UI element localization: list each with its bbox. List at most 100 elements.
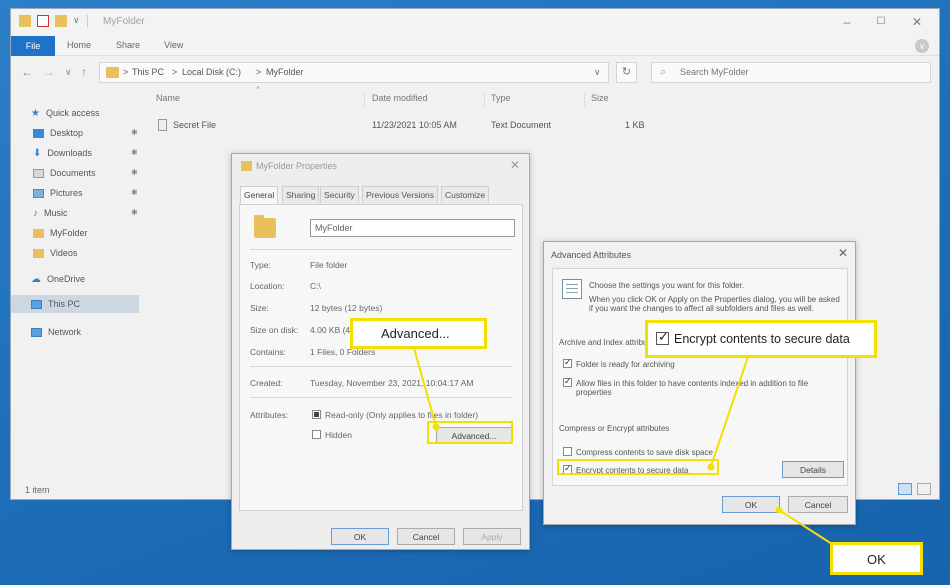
hidden-checkbox[interactable] [312,430,321,439]
compress-label: Compress contents to save disk space [576,448,713,457]
search-input[interactable] [678,66,918,78]
forward-button[interactable]: → [43,65,55,79]
nav-label: MyFolder [50,228,88,238]
tab-general[interactable]: General [240,186,279,204]
nav-network[interactable]: Network [31,324,81,340]
view-switcher [898,483,931,497]
navigation-pane: ★ Quick access Desktop ✱ ⬇ Downloads ✱ D… [11,89,146,479]
back-button[interactable]: ← [21,65,33,79]
size-on-disk-value: 4.00 KB (4 [310,325,351,335]
divider [250,366,512,367]
contains-label: Contains: [250,347,286,357]
column-header-type[interactable]: Type [491,93,511,103]
close-icon[interactable]: ✕ [510,158,520,172]
expand-ribbon-icon[interactable]: ∨ [915,39,929,53]
folder-icon [254,215,276,238]
folder-icon[interactable] [19,15,31,27]
search-box[interactable]: ⌕ [651,62,931,83]
nav-onedrive[interactable]: ☁ OneDrive [31,271,85,287]
apply-button[interactable]: Apply [463,528,521,545]
nav-label: Desktop [50,128,84,138]
column-divider[interactable] [484,93,485,107]
column-header-name[interactable]: Name [156,93,180,103]
index-checkbox[interactable] [563,376,572,387]
nav-label: Documents [50,168,96,178]
divider [250,249,512,250]
nav-item-downloads[interactable]: ⬇ Downloads ✱ [33,145,138,161]
tab-sharing[interactable]: Sharing [282,186,320,203]
archive-label: Folder is ready for archiving [576,360,675,369]
column-header-date[interactable]: Date modified [372,93,428,103]
crumb-separator: > [256,67,262,77]
properties-icon[interactable] [37,15,49,27]
breadcrumb-this-pc[interactable]: This PC [132,67,164,77]
nav-item-pictures[interactable]: Pictures ✱ [33,185,138,201]
folder-name-field[interactable] [310,219,515,237]
ribbon-tab-file[interactable]: File [11,36,55,56]
refresh-button[interactable]: ↻ [616,62,637,83]
nav-label: Network [48,327,82,337]
network-icon [31,327,42,337]
tab-customize[interactable]: Customize [441,186,490,203]
star-icon: ★ [31,107,40,119]
callout-label: OK [867,552,886,567]
cancel-button[interactable]: Cancel [788,496,848,513]
tab-security[interactable]: Security [320,186,359,203]
breadcrumb-myfolder[interactable]: MyFolder [266,67,304,77]
nav-item-myfolder[interactable]: MyFolder [33,225,88,241]
ok-button[interactable]: OK [722,496,780,513]
nav-item-documents[interactable]: Documents ✱ [33,165,138,181]
divider [250,397,512,398]
nav-label: Pictures [50,188,83,198]
readonly-checkbox[interactable] [312,410,321,419]
ribbon-tab-home[interactable]: Home [67,40,91,50]
details-view-icon[interactable] [898,483,913,495]
column-divider[interactable] [584,93,585,107]
advanced-callout: Advanced... [350,318,487,349]
nav-quick-access[interactable]: ★ Quick access [31,105,100,121]
column-header-size[interactable]: Size [591,93,609,103]
attributes-icon [562,279,582,299]
dialog-title: Advanced Attributes [551,250,632,260]
size-label: Size: [250,303,269,313]
close-icon[interactable]: ✕ [838,246,848,260]
music-icon: ♪ [33,207,38,219]
general-tab-panel: Type: File folder Location: C:\ Size: 12… [239,204,523,511]
title-bar: ∨ MyFolder – ☐ ✕ [11,9,939,36]
breadcrumb-local-disk[interactable]: Local Disk (C:) [182,67,241,77]
search-icon: ⌕ [660,66,667,78]
up-button[interactable]: ↑ [81,65,87,79]
nav-item-videos[interactable]: Videos [33,245,77,261]
table-row[interactable]: Secret File 11/23/2021 10:05 AM Text Doc… [156,118,656,134]
address-dropdown-icon[interactable]: ∨ [594,67,601,78]
ok-button[interactable]: OK [331,528,389,545]
tab-previous-versions[interactable]: Previous Versions [362,186,439,203]
details-button[interactable]: Details [782,461,844,478]
ribbon-tab-view[interactable]: View [164,40,183,50]
compress-checkbox[interactable] [563,447,572,456]
column-divider[interactable] [364,93,365,107]
intro-detail-text: When you click OK or Apply on the Proper… [589,295,840,313]
cancel-button[interactable]: Cancel [397,528,455,545]
nav-item-music[interactable]: ♪ Music ✱ [33,205,138,221]
folder-icon [106,67,119,78]
archive-checkbox[interactable] [563,357,572,368]
address-bar[interactable]: > This PC > Local Disk (C:) > MyFolder ∨ [99,62,609,83]
type-value: File folder [310,260,348,270]
maximize-button[interactable]: ☐ [869,14,893,30]
size-on-disk-label: Size on disk: [250,325,299,335]
new-folder-icon[interactable] [55,15,67,27]
large-icons-view-icon[interactable] [917,483,931,495]
created-value: Tuesday, November 23, 2021, 10:04:17 AM [310,378,474,388]
nav-this-pc[interactable]: This PC [31,296,80,312]
minimize-button[interactable]: – [835,14,859,30]
quick-access-dropdown-icon[interactable]: ∨ [73,15,80,26]
close-button[interactable]: ✕ [905,14,929,30]
created-label: Created: [250,378,283,388]
pin-icon: ✱ [131,188,138,197]
ribbon-tab-share[interactable]: Share [116,40,140,50]
nav-item-desktop[interactable]: Desktop ✱ [33,125,138,141]
pin-icon: ✱ [131,128,138,137]
recent-locations-button[interactable]: ∨ [65,67,72,78]
